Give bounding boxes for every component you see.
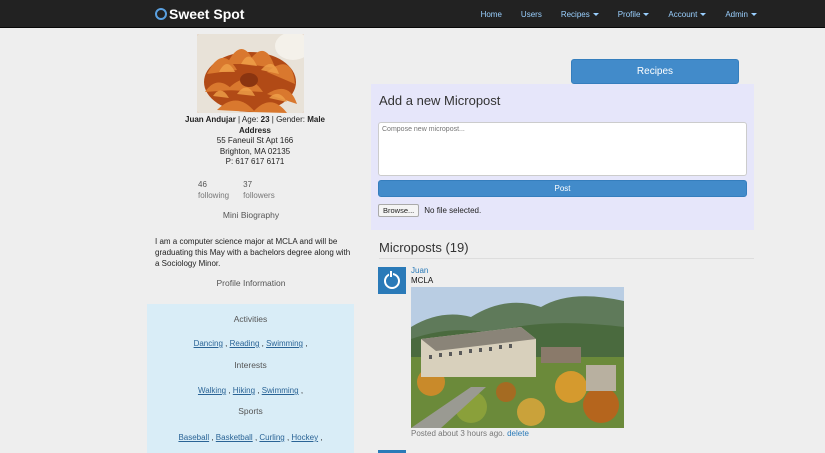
brand-name: Sweet Spot	[169, 6, 245, 22]
file-status: No file selected.	[424, 206, 482, 215]
follow-stats: 46 following 37 followers	[198, 179, 289, 201]
address-label: Address	[238, 125, 271, 135]
nav-profile-dropdown[interactable]: Profile	[618, 10, 650, 19]
profile-age: 23	[260, 115, 270, 124]
caret-down-icon	[592, 12, 599, 16]
nav-account-label: Account	[668, 9, 698, 19]
profile-photo-image	[197, 34, 304, 113]
power-icon	[384, 270, 400, 289]
profile-info: Juan Andujar | Age: 23 | Gender: Male Ad…	[150, 115, 360, 168]
post-meta: Posted about 3 hours ago. delete	[411, 429, 529, 438]
caret-down-icon	[643, 12, 650, 16]
profile-gender: Male	[307, 115, 325, 124]
microposts-title: Microposts (19)	[379, 240, 469, 255]
post-button[interactable]: Post	[378, 180, 747, 197]
sport-link[interactable]: Basketball	[216, 433, 253, 442]
interests-list: Walking , Hiking , Swimming ,	[197, 386, 304, 395]
caret-down-icon	[700, 12, 707, 16]
post-timestamp: Posted about 3 hours ago.	[411, 429, 505, 438]
user-avatar[interactable]	[378, 267, 406, 294]
file-upload-row: Browse... No file selected.	[378, 204, 481, 217]
profile-info-title: Profile Information	[216, 278, 286, 288]
interest-link[interactable]: Walking	[198, 386, 226, 395]
nav-recipes-label: Recipes	[560, 9, 590, 19]
following-count: 46	[198, 180, 207, 189]
micropost-input[interactable]	[378, 122, 747, 176]
post-image	[411, 287, 624, 428]
activities-title: Activities	[233, 314, 268, 324]
brand-link[interactable]: Sweet Spot	[155, 6, 244, 22]
activities-list: Dancing , Reading , Swimming ,	[193, 339, 308, 348]
profile-name-line: Juan Andujar | Age: 23 | Gender: Male	[185, 115, 325, 124]
profile-photo	[197, 34, 304, 113]
post-image-campus	[411, 287, 624, 428]
recipes-button[interactable]: Recipes	[571, 59, 739, 84]
nav-users[interactable]: Users	[521, 10, 542, 19]
interest-link[interactable]: Hiking	[233, 386, 255, 395]
micropost-form-panel: Add a new Micropost Post Browse... No fi…	[371, 84, 754, 230]
delete-link[interactable]: delete	[507, 429, 529, 438]
gender-label: Gender:	[276, 115, 305, 124]
activity-link[interactable]: Swimming	[266, 339, 303, 348]
nav-recipes-dropdown[interactable]: Recipes	[561, 10, 599, 19]
address-city: Brighton, MA 02135	[219, 146, 291, 156]
brand-logo-icon	[155, 8, 167, 20]
browse-button[interactable]: Browse...	[378, 204, 420, 217]
address-street: 55 Faneuil St Apt 166	[216, 136, 294, 145]
followers-label: followers	[243, 191, 275, 200]
nav-menu: Home Users Recipes Profile Account Admin	[462, 0, 757, 28]
bio-title: Mini Biography	[222, 210, 280, 220]
activity-link[interactable]: Dancing	[194, 339, 223, 348]
navbar: Sweet Spot Home Users Recipes Profile Ac…	[0, 0, 825, 28]
caret-down-icon	[751, 12, 757, 16]
followers-count: 37	[243, 180, 253, 189]
post-content: MCLA	[411, 276, 434, 285]
activity-link[interactable]: Reading	[230, 339, 260, 348]
sports-title: Sports	[238, 406, 263, 416]
interests-panel: Activities Dancing , Reading , Swimming …	[147, 304, 354, 453]
nav-admin-label: Admin	[725, 9, 748, 19]
bio-text: I am a computer science major at MCLA an…	[155, 237, 351, 268]
sport-link[interactable]: Curling	[259, 433, 284, 442]
sport-link[interactable]: Baseball	[178, 433, 209, 442]
divider	[379, 258, 754, 259]
nav-admin-dropdown[interactable]: Admin	[725, 10, 757, 19]
age-label: Age:	[241, 115, 259, 124]
interests-title: Interests	[234, 360, 267, 370]
nav-home[interactable]: Home	[481, 10, 502, 19]
nav-account-dropdown[interactable]: Account	[668, 9, 707, 19]
following-label: following	[198, 191, 230, 200]
sport-link[interactable]: Hockey	[291, 433, 318, 442]
micropost-form-title: Add a new Micropost	[379, 93, 501, 108]
nav-profile-label: Profile	[617, 9, 641, 19]
followers-stat[interactable]: 37 followers	[243, 179, 275, 201]
interest-link[interactable]: Swimming	[262, 386, 299, 395]
following-stat[interactable]: 46 following	[198, 179, 229, 201]
post-user-link[interactable]: Juan	[411, 266, 428, 275]
profile-name: Juan Andujar	[185, 115, 236, 124]
profile-phone: P: 617 617 6171	[225, 157, 285, 166]
sports-list: Baseball , Basketball , Curling , Hockey…	[178, 433, 323, 442]
